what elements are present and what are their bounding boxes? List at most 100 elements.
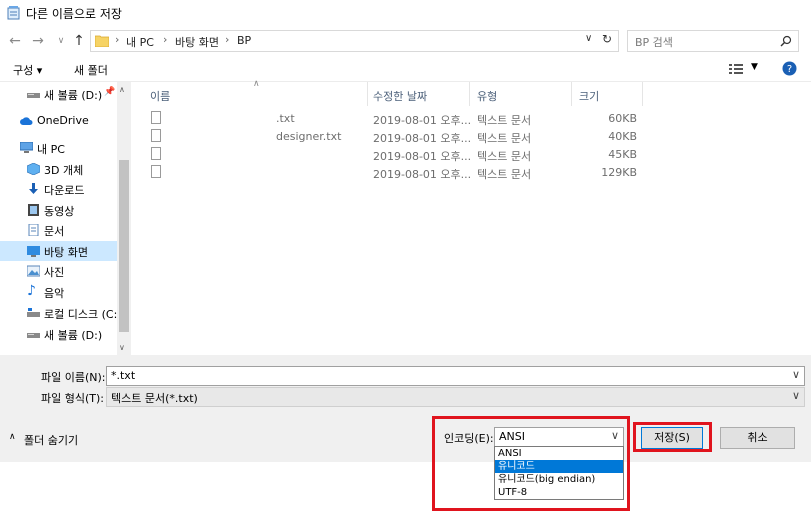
column-header-size[interactable]: 크기 [579,88,599,104]
drive-icon [27,93,40,98]
refresh-icon[interactable]: ↻ [602,32,612,46]
filetype-value: 텍스트 문서(*.txt) [111,392,198,405]
picture-icon [27,265,40,277]
breadcrumb-separator-icon: › [163,33,168,46]
nav-item-documents[interactable]: 문서 [0,220,117,240]
file-type: 텍스트 문서 [477,114,532,127]
nav-item-volume-d-2[interactable]: 새 볼륨 (D:) [0,324,117,344]
encoding-highlight-box [432,416,630,511]
save-highlight-box [633,422,712,452]
text-file-icon [151,147,161,160]
hide-folders-button[interactable]: 폴더 숨기기 [24,432,78,448]
cube-icon [27,163,40,175]
nav-item-pictures[interactable]: 사진 [0,261,117,281]
nav-item-desktop[interactable]: 바탕 화면 [0,241,117,261]
nav-scrollbar-thumb[interactable] [119,160,129,332]
scroll-up-icon[interactable]: ∧ [119,85,125,94]
nav-item-onedrive[interactable]: OneDrive [0,111,117,131]
text-file-icon [151,129,161,142]
file-name: .txt [276,112,295,125]
save-as-dialog: 다른 이름으로 저장 ← → ∨ ↑ › 내 PC › 바탕 화면 › BP ∨… [0,0,811,462]
file-type: 텍스트 문서 [477,168,532,181]
nav-item-volume-d[interactable]: 새 볼륨 (D:) 📌 [0,84,117,104]
breadcrumb-desktop[interactable]: 바탕 화면 [175,34,219,50]
breadcrumb-bp[interactable]: BP [237,34,251,47]
folder-icon [95,35,109,47]
column-divider [469,82,470,106]
document-icon [28,224,39,236]
file-row[interactable]: .txt 2019-08-01 오후... 텍스트 문서 60KB [131,110,811,128]
file-size: 60KB [608,112,637,125]
breadcrumb-separator-icon: › [115,33,120,46]
cancel-button[interactable]: 취소 [720,427,795,449]
drive-icon [27,308,40,317]
window-title: 다른 이름으로 저장 [26,7,122,21]
file-type: 텍스트 문서 [477,150,532,163]
cloud-icon [20,117,33,125]
nav-item-my-pc[interactable]: 내 PC [0,138,117,158]
file-row[interactable]: 2019-08-01 오후... 텍스트 문서 45KB [131,146,811,164]
search-placeholder: BP 검색 [635,36,673,49]
address-bar[interactable]: › 내 PC › 바탕 화면 › BP ∨ ↻ [90,30,619,52]
nav-item-downloads[interactable]: 다운로드 [0,179,117,199]
svg-text:?: ? [787,64,792,75]
up-arrow-icon[interactable]: ↑ [70,32,88,50]
filetype-select[interactable]: 텍스트 문서(*.txt) ∨ [106,387,805,407]
breadcrumb-my-pc[interactable]: 내 PC [126,34,154,50]
nav-item-local-disk-c[interactable]: 로컬 디스크 (C: [0,303,117,323]
search-icon [780,35,792,47]
file-size: 40KB [608,130,637,143]
search-input[interactable]: BP 검색 [627,30,799,52]
recent-chevron-icon[interactable]: ∨ [52,32,70,50]
download-icon [29,183,38,194]
new-folder-button[interactable]: 새 폴더 [74,62,108,78]
filename-value: *.txt [111,369,136,382]
back-arrow-icon[interactable]: ← [6,32,24,50]
file-row[interactable]: 2019-08-01 오후... 텍스트 문서 129KB [131,164,811,182]
chevron-down-icon[interactable]: ∨ [792,368,800,381]
text-file-icon [151,165,161,178]
title-bar: 다른 이름으로 저장 [0,0,811,26]
music-icon: ♪ [27,283,36,299]
pin-icon: 📌 [104,87,116,97]
notepad-icon [7,6,20,20]
column-divider [642,82,643,106]
nav-item-videos[interactable]: 동영상 [0,200,117,220]
file-name: designer.txt [276,130,342,143]
file-row[interactable]: designer.txt 2019-08-01 오후... 텍스트 문서 40K… [131,128,811,146]
column-header-date[interactable]: 수정한 날짜 [373,88,427,104]
file-size: 129KB [601,166,637,179]
chevron-down-icon[interactable]: ∨ [792,389,800,402]
organize-button[interactable]: 구성 ▾ [13,62,42,78]
column-header-type[interactable]: 유형 [477,88,497,104]
command-toolbar: 구성 ▾ 새 폴더 ▼ ? [0,56,811,82]
nav-item-music[interactable]: ♪ 음악 [0,282,117,302]
view-dropdown-icon[interactable]: ▼ [751,62,758,72]
help-icon[interactable]: ? [782,61,797,76]
text-file-icon [151,111,161,124]
column-divider [367,82,368,106]
file-date: 2019-08-01 오후... [373,150,472,163]
file-date: 2019-08-01 오후... [373,132,472,145]
nav-item-3d-objects[interactable]: 3D 개체 [0,159,117,179]
column-header-name[interactable]: 이름 [150,88,170,104]
filetype-label: 파일 형식(T): [41,392,104,405]
file-size: 45KB [608,148,637,161]
video-icon [28,204,39,216]
scroll-down-icon[interactable]: ∨ [119,343,125,352]
forward-arrow-icon[interactable]: → [29,32,47,50]
file-list: ∧ 이름 수정한 날짜 유형 크기 .txt 2019-08-01 오후... … [131,79,811,355]
desktop-icon [27,246,40,257]
address-dropdown-icon[interactable]: ∨ [585,33,592,44]
sort-ascending-icon: ∧ [253,79,260,89]
computer-icon [20,142,33,153]
filename-input[interactable]: *.txt ∨ [106,366,805,386]
navigation-pane: 새 볼륨 (D:) 📌 OneDrive 내 PC 3D 개체 다운로드 동영상… [0,82,131,355]
drive-icon [27,333,40,338]
filename-label: 파일 이름(N): [41,371,106,384]
file-date: 2019-08-01 오후... [373,114,472,127]
column-divider [571,82,572,106]
chevron-up-icon[interactable]: ∧ [9,432,16,442]
file-type: 텍스트 문서 [477,132,532,145]
view-options-icon[interactable] [729,63,743,75]
